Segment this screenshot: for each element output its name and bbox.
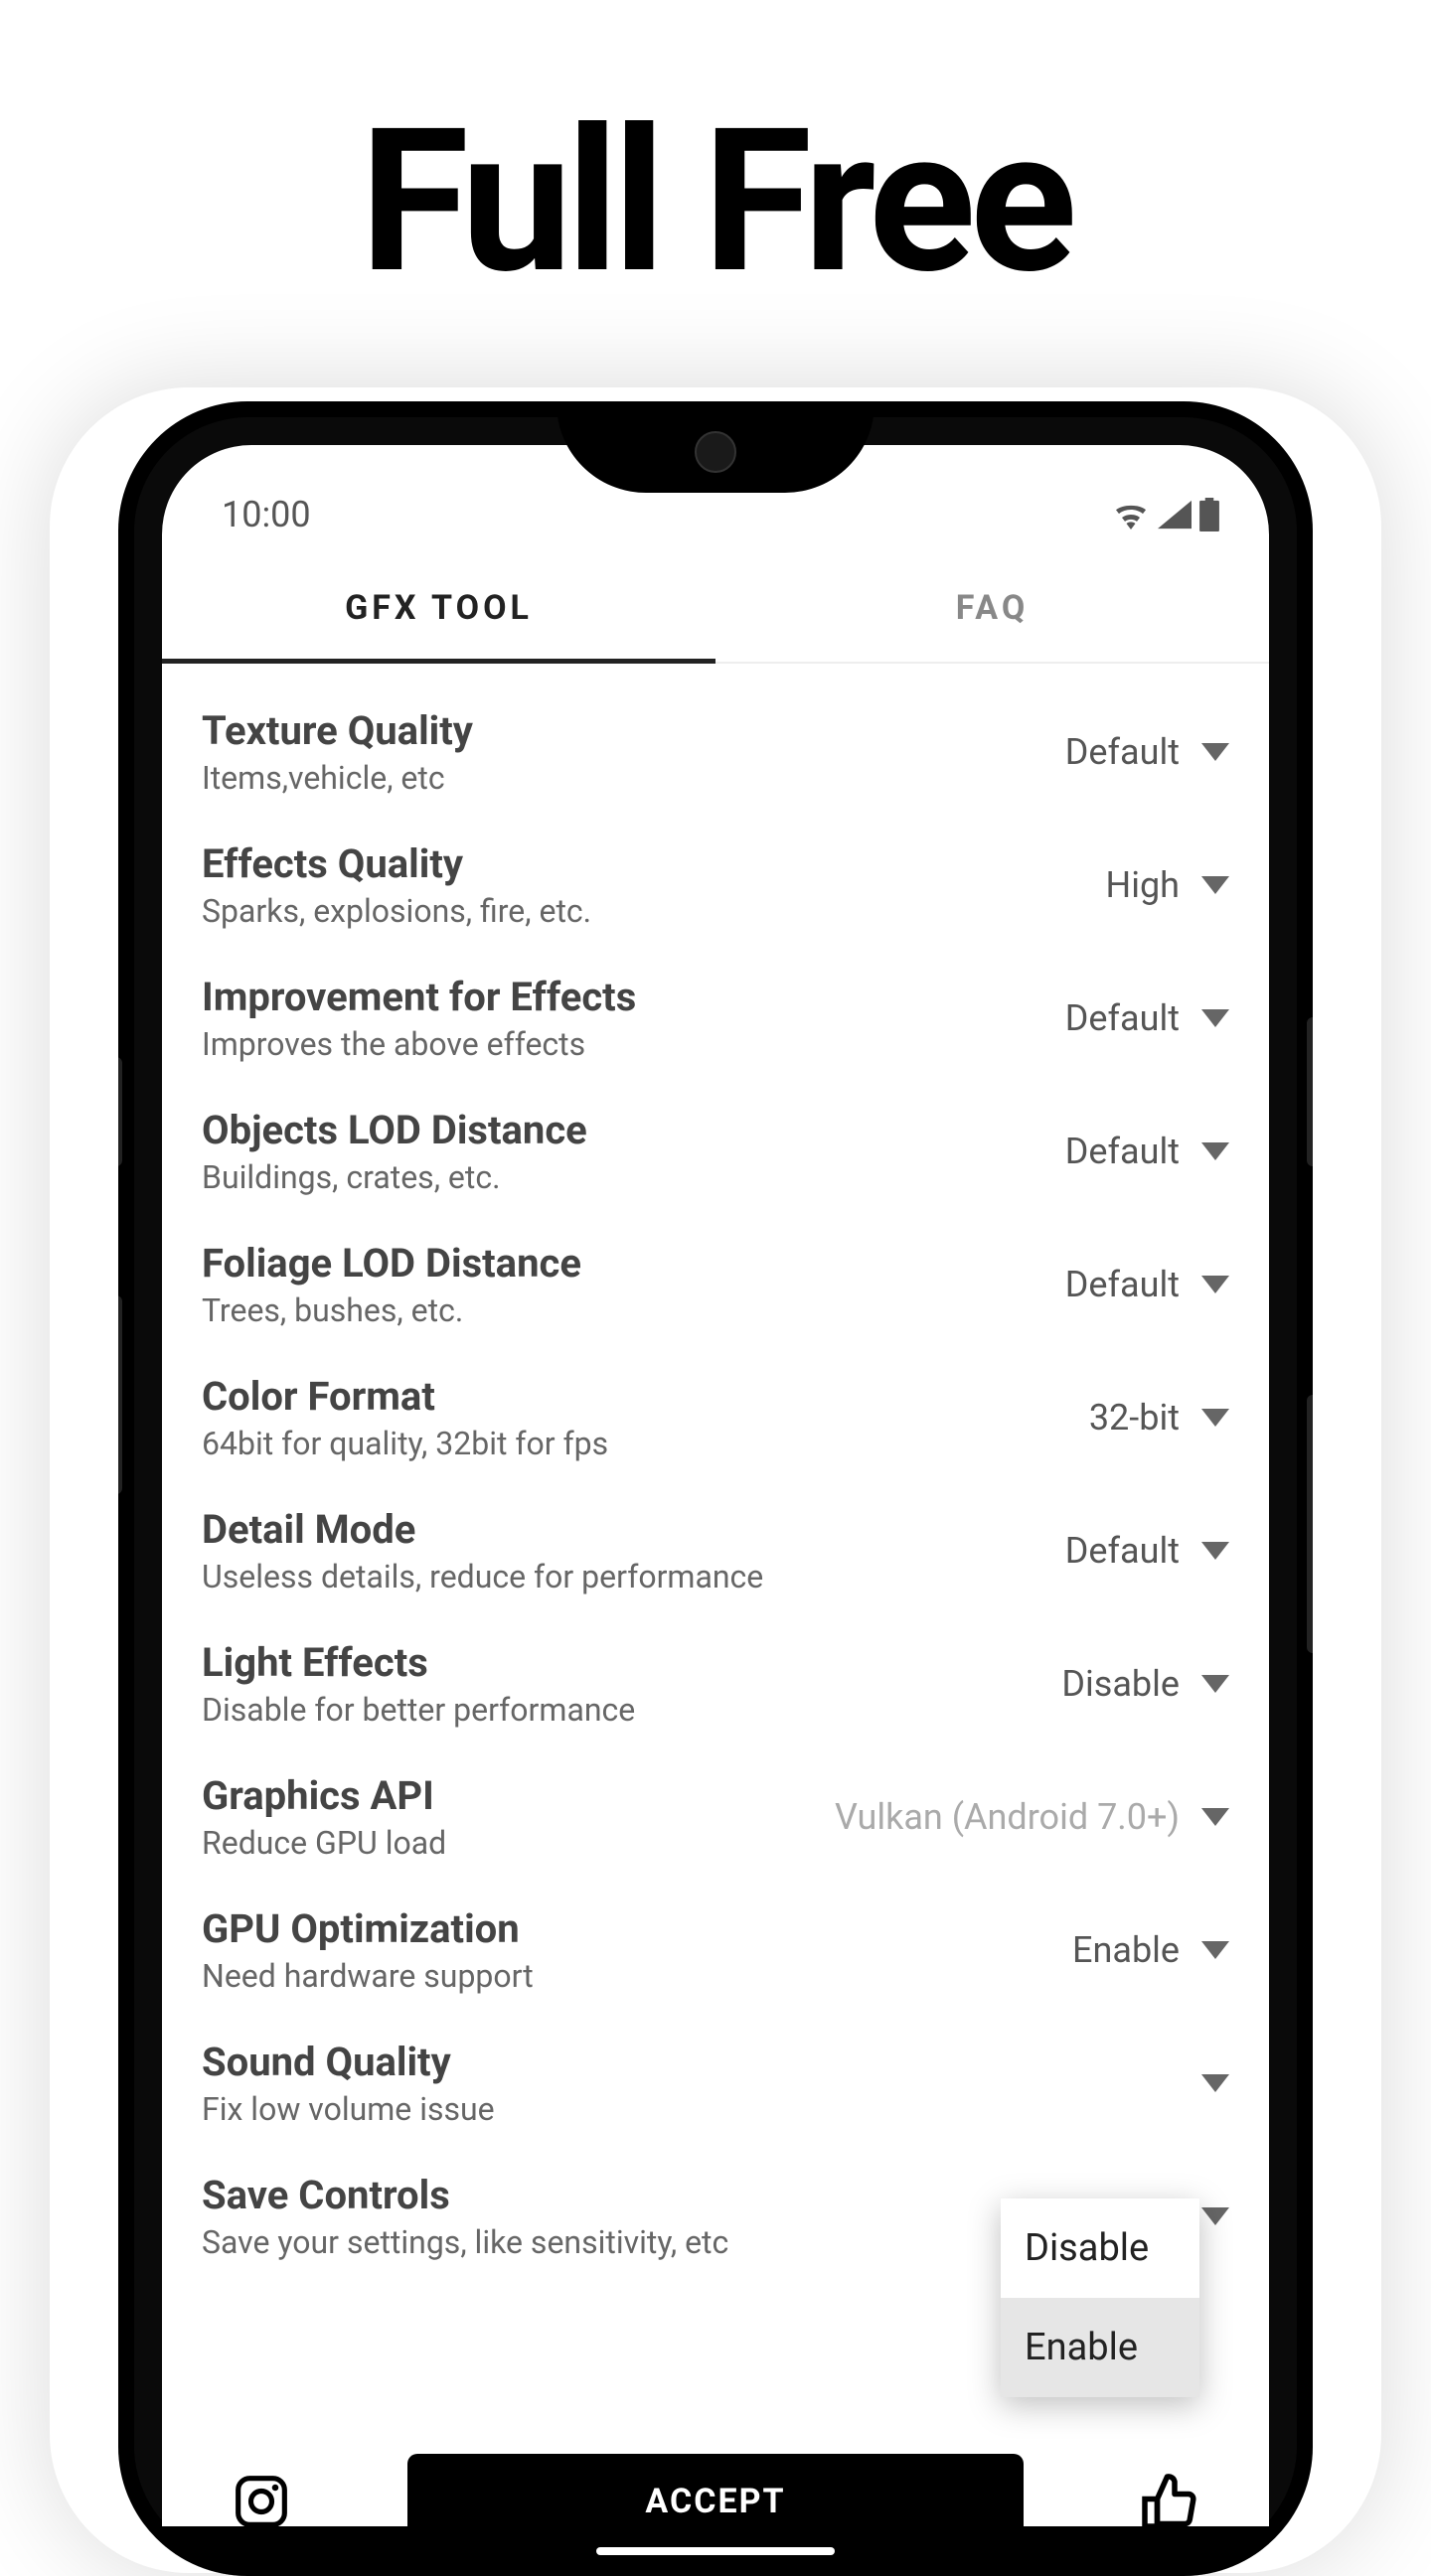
setting-value-dropdown[interactable]: Default xyxy=(1065,1530,1229,1572)
setting-subtitle: Need hardware support xyxy=(202,1957,1072,1995)
setting-subtitle: Sparks, explosions, fire, etc. xyxy=(202,892,1106,930)
setting-subtitle: 64bit for quality, 32bit for fps xyxy=(202,1425,1089,1462)
setting-title: Foliage LOD Distance xyxy=(202,1240,1065,1288)
phone-camera xyxy=(695,431,736,473)
signal-icon xyxy=(1158,500,1192,530)
setting-value-dropdown[interactable]: 32-bit xyxy=(1089,1397,1229,1439)
setting-value: Disable xyxy=(1061,1663,1180,1705)
setting-value-dropdown[interactable]: Default xyxy=(1065,731,1229,773)
hero-title: Full Free xyxy=(0,84,1431,318)
phone-side-button xyxy=(118,1295,122,1494)
setting-subtitle: Disable for better performance xyxy=(202,1691,1061,1729)
setting-value-dropdown[interactable]: Default xyxy=(1065,997,1229,1039)
setting-row[interactable]: Improvement for Effects Improves the abov… xyxy=(162,952,1269,1085)
setting-title: Light Effects xyxy=(202,1639,1061,1687)
setting-value: 32-bit xyxy=(1089,1397,1180,1439)
chevron-down-icon xyxy=(1201,1142,1229,1160)
setting-value-dropdown[interactable] xyxy=(1180,2074,1229,2092)
setting-value-dropdown[interactable]: Enable xyxy=(1072,1929,1229,1971)
setting-subtitle: Trees, bushes, etc. xyxy=(202,1291,1065,1329)
wifi-icon xyxy=(1112,500,1150,530)
setting-row[interactable]: Light Effects Disable for better performa… xyxy=(162,1617,1269,1750)
phone-side-button xyxy=(118,1057,122,1166)
setting-row[interactable]: Objects LOD Distance Buildings, crates, e… xyxy=(162,1085,1269,1218)
setting-subtitle: Items,vehicle, etc xyxy=(202,759,1065,797)
setting-value: Default xyxy=(1065,1264,1180,1305)
nav-pill[interactable] xyxy=(596,2547,835,2555)
setting-title: Sound Quality xyxy=(202,2039,1180,2086)
setting-row[interactable]: GPU Optimization Need hardware supportEna… xyxy=(162,1884,1269,2017)
dropdown-popup: Disable Enable xyxy=(1001,2198,1199,2397)
setting-title: Detail Mode xyxy=(202,1506,1065,1554)
chevron-down-icon xyxy=(1201,1409,1229,1427)
chevron-down-icon xyxy=(1201,1941,1229,1959)
setting-subtitle: Fix low volume issue xyxy=(202,2090,1180,2128)
setting-subtitle: Useless details, reduce for performance xyxy=(202,1558,1065,1595)
setting-value: Default xyxy=(1065,1131,1180,1172)
android-nav-bar xyxy=(162,2526,1269,2576)
setting-value: Default xyxy=(1065,1530,1180,1572)
setting-value-dropdown[interactable]: High xyxy=(1106,864,1229,906)
setting-row[interactable]: Graphics API Reduce GPU loadVulkan (Andro… xyxy=(162,1750,1269,1884)
setting-row[interactable]: Effects Quality Sparks, explosions, fire,… xyxy=(162,819,1269,952)
chevron-down-icon xyxy=(1201,1675,1229,1693)
battery-icon xyxy=(1199,498,1219,531)
setting-value-dropdown[interactable]: Vulkan (Android 7.0+) xyxy=(835,1796,1229,1838)
chevron-down-icon xyxy=(1201,1009,1229,1027)
setting-subtitle: Reduce GPU load xyxy=(202,1824,835,1862)
setting-title: Texture Quality xyxy=(202,707,1065,755)
tab-faq[interactable]: FAQ xyxy=(716,554,1269,662)
phone-notch xyxy=(556,401,874,493)
setting-title: Improvement for Effects xyxy=(202,974,1065,1021)
chevron-down-icon xyxy=(1201,1808,1229,1826)
popup-option-disable[interactable]: Disable xyxy=(1001,2198,1199,2298)
phone-side-button xyxy=(1307,1017,1313,1166)
setting-title: Graphics API xyxy=(202,1772,835,1820)
setting-value: High xyxy=(1106,864,1180,906)
setting-title: Color Format xyxy=(202,1373,1089,1421)
setting-value: Enable xyxy=(1072,1929,1180,1971)
setting-subtitle: Improves the above effects xyxy=(202,1025,1065,1063)
setting-title: Effects Quality xyxy=(202,840,1106,888)
setting-title: Objects LOD Distance xyxy=(202,1107,1065,1154)
phone-side-button xyxy=(1307,1395,1313,1653)
tab-bar: GFX TOOL FAQ xyxy=(162,554,1269,664)
setting-value-dropdown[interactable]: Disable xyxy=(1061,1663,1229,1705)
setting-value-dropdown[interactable]: Default xyxy=(1065,1131,1229,1172)
setting-title: GPU Optimization xyxy=(202,1905,1072,1953)
setting-row[interactable]: Texture Quality Items,vehicle, etcDefault xyxy=(162,685,1269,819)
screen: 10:00 GFX TOOL FAQ Texture Quality Items,… xyxy=(162,445,1269,2576)
setting-row[interactable]: Detail Mode Useless details, reduce for p… xyxy=(162,1484,1269,1617)
popup-option-enable[interactable]: Enable xyxy=(1001,2298,1199,2397)
setting-value: Vulkan (Android 7.0+) xyxy=(835,1796,1180,1838)
setting-row[interactable]: Foliage LOD DistanceTrees, bushes, etc.D… xyxy=(162,1218,1269,1351)
status-icons xyxy=(1112,498,1219,531)
chevron-down-icon xyxy=(1201,2207,1229,2225)
setting-row[interactable]: Color Format 64bit for quality, 32bit for… xyxy=(162,1351,1269,1484)
phone-frame: 10:00 GFX TOOL FAQ Texture Quality Items,… xyxy=(118,401,1313,2576)
chevron-down-icon xyxy=(1201,2074,1229,2092)
settings-list[interactable]: Texture QualityItems,vehicle, etcDefault… xyxy=(162,664,1269,2427)
tab-gfx-tool[interactable]: GFX TOOL xyxy=(162,554,716,662)
setting-value: Default xyxy=(1065,997,1180,1039)
chevron-down-icon xyxy=(1201,1276,1229,1293)
chevron-down-icon xyxy=(1201,1542,1229,1560)
status-time: 10:00 xyxy=(222,494,311,535)
setting-row[interactable]: Sound Quality Fix low volume issue xyxy=(162,2017,1269,2150)
setting-value-dropdown[interactable]: Default xyxy=(1065,1264,1229,1305)
setting-subtitle: Buildings, crates, etc. xyxy=(202,1158,1065,1196)
chevron-down-icon xyxy=(1201,876,1229,894)
setting-value: Default xyxy=(1065,731,1180,773)
chevron-down-icon xyxy=(1201,743,1229,761)
